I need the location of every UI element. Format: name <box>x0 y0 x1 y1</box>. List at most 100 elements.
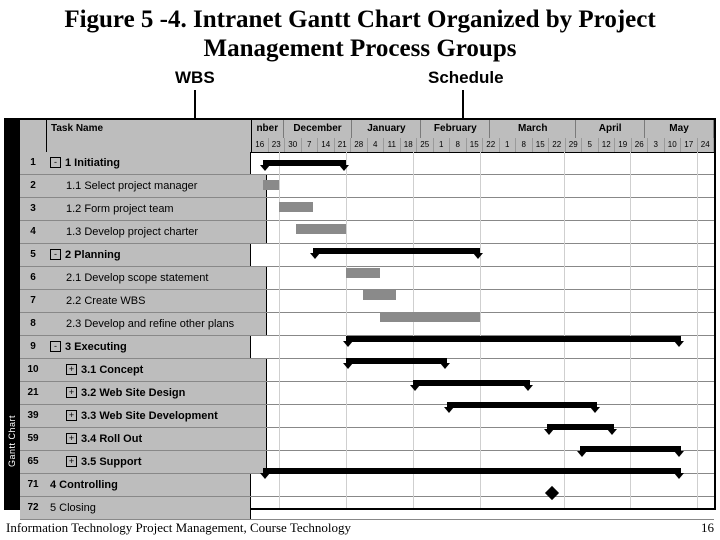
task-id: 71 <box>20 474 47 496</box>
week-col: 12 <box>599 138 616 152</box>
sidebar: Gantt Chart <box>6 120 20 508</box>
task-id: 72 <box>20 497 47 519</box>
task-name: 1.1 Select project manager <box>46 175 267 197</box>
task-id: 3 <box>20 198 47 220</box>
milestone <box>545 485 559 499</box>
task-name: -3 Executing <box>46 336 251 358</box>
task-name: +3.3 Web Site Development <box>46 405 267 427</box>
task-name: +3.2 Web Site Design <box>46 382 267 404</box>
task-name: 5 Closing <box>46 497 251 519</box>
task-bar <box>263 180 280 190</box>
month-col: January <box>352 120 421 138</box>
callout-labels: WBS Schedule <box>0 68 720 118</box>
task-name: +3.5 Support <box>46 451 267 473</box>
wbs-label: WBS <box>175 68 215 88</box>
summary-bar <box>413 380 530 386</box>
month-col: nber <box>252 120 284 138</box>
week-col: 29 <box>566 138 583 152</box>
footer: Information Technology Project Managemen… <box>6 520 714 536</box>
week-col: 28 <box>351 138 368 152</box>
week-col: 7 <box>302 138 319 152</box>
task-bar <box>363 290 396 300</box>
week-col: 1 <box>434 138 451 152</box>
week-col: 18 <box>401 138 418 152</box>
task-name: -1 Initiating <box>46 152 251 174</box>
expand-icon[interactable]: + <box>66 410 77 421</box>
task-name: +3.1 Concept <box>46 359 267 381</box>
task-id: 9 <box>20 336 47 358</box>
task-id: 4 <box>20 221 47 243</box>
task-id: 39 <box>20 405 47 427</box>
task-bar <box>380 312 480 322</box>
gantt-chart: Gantt Chart Task Name nber December Janu… <box>4 118 716 510</box>
expand-icon[interactable]: + <box>66 456 77 467</box>
collapse-icon[interactable]: - <box>50 157 61 168</box>
week-col: 5 <box>582 138 599 152</box>
week-col: 8 <box>450 138 467 152</box>
summary-bar <box>346 358 446 364</box>
task-name: +3.4 Roll Out <box>46 428 267 450</box>
task-bar <box>346 268 379 278</box>
task-name: 2.3 Develop and refine other plans <box>46 313 267 335</box>
month-col: April <box>576 120 645 138</box>
week-col: 21 <box>335 138 352 152</box>
task-name: 4 Controlling <box>46 474 251 496</box>
task-bar <box>296 224 346 234</box>
task-id: 7 <box>20 290 47 312</box>
expand-icon[interactable]: + <box>66 387 77 398</box>
col-taskname: Task Name <box>47 120 252 138</box>
week-col: 10 <box>665 138 682 152</box>
summary-bar <box>346 336 680 342</box>
week-col: 15 <box>533 138 550 152</box>
schedule-label: Schedule <box>428 68 504 88</box>
task-name: 2.2 Create WBS <box>46 290 267 312</box>
task-bar <box>279 202 312 212</box>
week-col: 23 <box>269 138 286 152</box>
task-name: 1.2 Form project team <box>46 198 267 220</box>
week-col: 4 <box>368 138 385 152</box>
summary-bar <box>263 468 681 474</box>
week-col: 30 <box>285 138 302 152</box>
task-id: 10 <box>20 359 47 381</box>
sidebar-label: Gantt Chart <box>7 415 17 467</box>
week-col: 22 <box>483 138 500 152</box>
task-id: 59 <box>20 428 47 450</box>
gantt-bars <box>246 152 714 508</box>
task-id: 65 <box>20 451 47 473</box>
week-col: 25 <box>417 138 434 152</box>
task-id: 8 <box>20 313 47 335</box>
week-col: 1 <box>500 138 517 152</box>
week-col: 16 <box>252 138 269 152</box>
collapse-icon[interactable]: - <box>50 341 61 352</box>
grid-area: Task Name nber December January February… <box>20 120 714 508</box>
week-col: 15 <box>467 138 484 152</box>
month-col: December <box>284 120 353 138</box>
week-col: 3 <box>648 138 665 152</box>
week-col: 24 <box>698 138 715 152</box>
week-col: 19 <box>615 138 632 152</box>
expand-icon[interactable]: + <box>66 364 77 375</box>
task-id: 1 <box>20 152 47 174</box>
month-col: March <box>490 120 576 138</box>
month-col: May <box>645 120 714 138</box>
expand-icon[interactable]: + <box>66 433 77 444</box>
task-name: 2.1 Develop scope statement <box>46 267 267 289</box>
figure-title: Figure 5 -4. Intranet Gantt Chart Organi… <box>0 0 720 68</box>
month-col: February <box>421 120 490 138</box>
header-months: Task Name nber December January February… <box>20 120 714 139</box>
summary-bar <box>313 248 480 254</box>
task-name: -2 Planning <box>46 244 251 266</box>
summary-bar <box>447 402 597 408</box>
week-col: 26 <box>632 138 649 152</box>
task-id: 5 <box>20 244 47 266</box>
footer-left: Information Technology Project Managemen… <box>6 520 351 536</box>
week-col: 14 <box>318 138 335 152</box>
week-col: 17 <box>681 138 698 152</box>
task-id: 2 <box>20 175 47 197</box>
page-number: 16 <box>701 520 714 536</box>
week-col: 8 <box>516 138 533 152</box>
summary-bar <box>580 446 680 452</box>
week-col: 22 <box>549 138 566 152</box>
week-col: 11 <box>384 138 401 152</box>
collapse-icon[interactable]: - <box>50 249 61 260</box>
